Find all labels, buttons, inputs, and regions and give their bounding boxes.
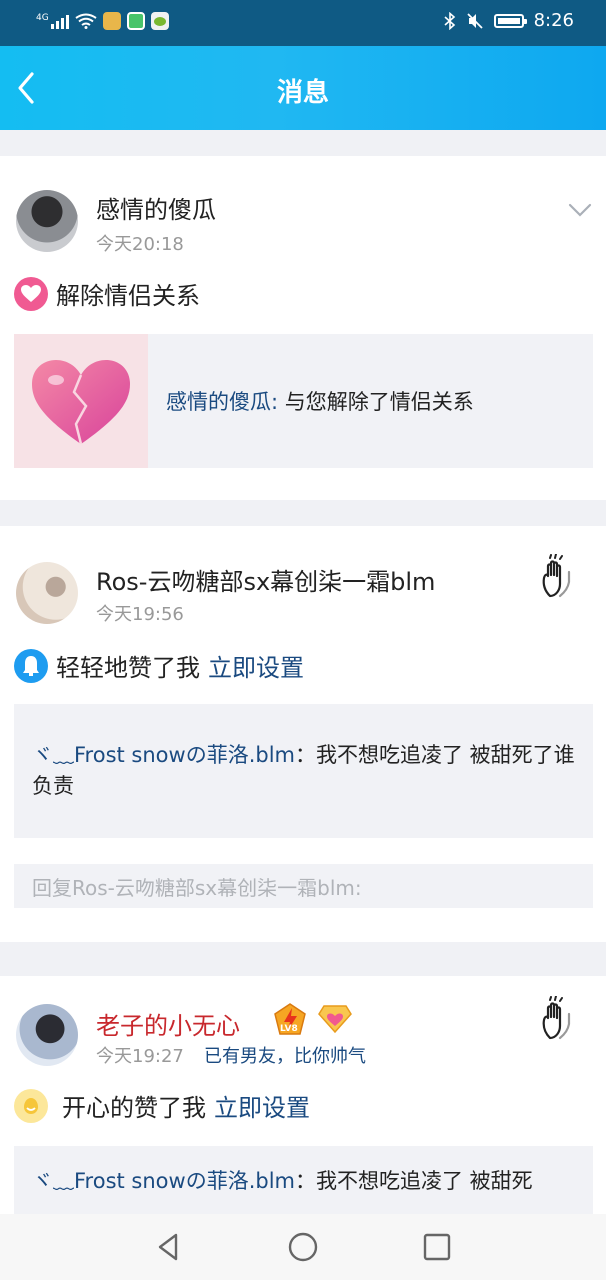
action-text: 开心的赞了我 [62,1094,206,1122]
level-badge-icon: LV8 [272,1002,308,1036]
reply-input[interactable]: 回复Ros-云吻糖部sx幕创柒一霜blm: [14,864,593,908]
bluetooth-icon [444,11,455,30]
message-time: 今天20:18 [96,234,184,255]
quote-box[interactable]: ヾ﹏Frost snowの菲洛.blm：我不想吃追凌了 被甜死 [14,1146,593,1214]
nav-back-icon[interactable] [152,1230,186,1264]
mute-icon [466,12,483,29]
wifi-icon [75,13,97,29]
wave-hand-icon[interactable] [534,554,582,602]
message-card: 感情的傻瓜 今天20:18 解除情侣关系 感情的傻瓜: 与您解除了情侣关系 [0,156,606,500]
sender-name[interactable]: 老子的小无心 [96,1006,240,1041]
wechat-icon [150,12,169,30]
content-text: 感情的傻瓜: 与您解除了情侣关系 [166,390,474,414]
battery-icon [493,13,527,28]
quote-author[interactable]: ヾ﹏Frost snowの菲洛.blm [32,743,295,767]
content-author[interactable]: 感情的傻瓜: [166,390,278,414]
heart-icon [14,276,48,311]
settings-link[interactable]: 立即设置 [214,1088,310,1123]
quote-text: ヾ﹏Frost snowの菲洛.blm：我不想吃追凌了 被甜死了谁负责 [32,743,575,798]
status-left: 4G [36,12,169,30]
action-line: 解除情侣关系 [14,276,200,311]
app-icon-green [126,12,145,30]
network-type: 4G [36,13,49,23]
message-card: 老子的小无心 LV8 今天19:27 已有男友，比你帅气 开心的赞了我 立即设置… [0,976,606,1214]
navigation-bar [0,1214,606,1280]
action-line: 轻轻地赞了我 立即设置 [14,648,304,683]
action-text: 解除情侣关系 [56,282,200,310]
content-box[interactable]: 感情的傻瓜: 与您解除了情侣关系 [14,334,593,468]
message-time: 今天19:56 [96,604,184,625]
status-bar: 4G 8:26 [0,0,606,46]
broken-heart-image [14,334,148,468]
sender-name[interactable]: 感情的傻瓜 [96,190,216,225]
avatar[interactable] [16,190,78,252]
avatar[interactable] [16,1004,78,1066]
page-title: 消息 [276,78,329,108]
quote-box[interactable]: ヾ﹏Frost snowの菲洛.blm：我不想吃追凌了 被甜死了谁负责 [14,704,593,838]
signal-icon: 4G [36,13,69,29]
taobao-app-icon [102,12,121,30]
status-right: 8:26 [444,10,574,31]
clock: 8:26 [533,10,574,31]
user-signature: 已有男友，比你帅气 [204,1046,366,1067]
nav-home-icon[interactable] [286,1230,320,1264]
like-bell-icon [14,648,48,683]
diamond-icon [318,1005,352,1034]
message-time: 今天19:27 [96,1046,184,1067]
level-badge-label: LV8 [280,1024,298,1034]
vip-badges: LV8 [272,1002,352,1036]
settings-link[interactable]: 立即设置 [208,648,304,683]
chevron-down-icon[interactable] [568,202,592,218]
action-text: 轻轻地赞了我 [56,654,200,682]
happy-like-icon [14,1088,48,1123]
nav-recents-icon[interactable] [420,1230,454,1264]
avatar[interactable] [16,562,78,624]
sender-name[interactable]: Ros-云吻糖部sx幕创柒一霜blm [96,562,435,597]
broken-heart-icon [32,360,130,445]
action-line: 开心的赞了我 立即设置 [14,1088,310,1123]
title-bar: 消息 [0,46,606,130]
quote-text: ヾ﹏Frost snowの菲洛.blm：我不想吃追凌了 被甜死 [32,1169,533,1193]
message-card: Ros-云吻糖部sx幕创柒一霜blm 今天19:56 轻轻地赞了我 立即设置 ヾ… [0,526,606,942]
wave-hand-icon[interactable] [534,996,582,1044]
quote-author[interactable]: ヾ﹏Frost snowの菲洛.blm [32,1169,295,1193]
